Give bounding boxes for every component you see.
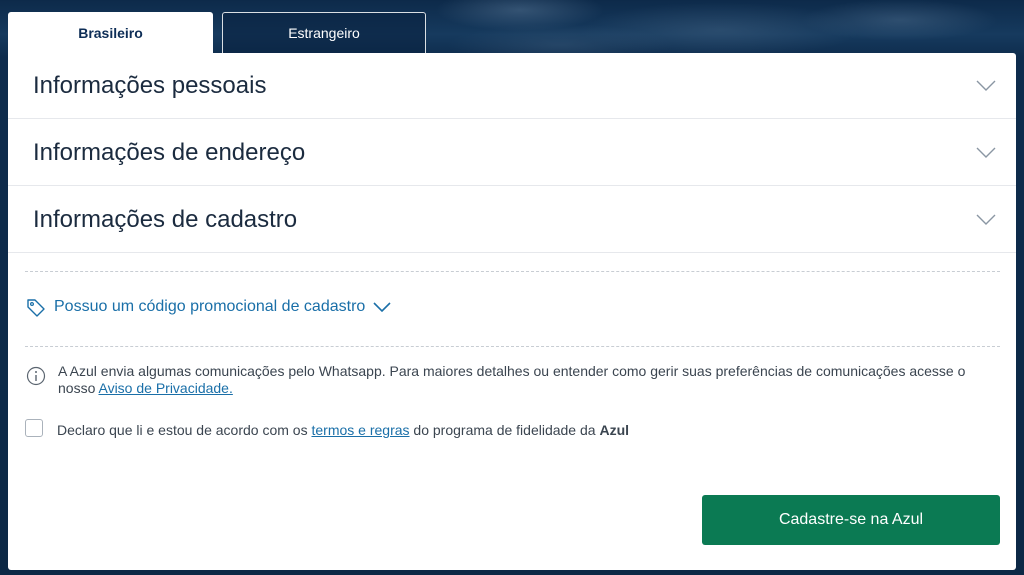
terms-checkbox[interactable] [25, 419, 43, 437]
tag-icon [27, 299, 45, 317]
tab-brasileiro[interactable]: Brasileiro [8, 12, 213, 53]
registration-panel: Informações pessoais Informações de ende… [8, 53, 1016, 570]
info-icon [26, 366, 46, 386]
accordion-registration-info[interactable]: Informações de cadastro [8, 187, 1016, 253]
accordion-address-info[interactable]: Informações de endereço [8, 120, 1016, 186]
register-button[interactable]: Cadastre-se na Azul [702, 495, 1000, 545]
terms-prefix: Declaro que li e estou de acordo com os [57, 422, 312, 438]
divider [25, 346, 1000, 347]
terms-middle: do programa de fidelidade da [409, 422, 600, 438]
divider [25, 271, 1000, 272]
terms-link[interactable]: termos e regras [311, 422, 409, 438]
chevron-down-icon [373, 302, 391, 313]
privacy-notice-link[interactable]: Aviso de Privacidade. [98, 380, 232, 396]
accordion-personal-info-title: Informações pessoais [33, 71, 267, 99]
tab-estrangeiro[interactable]: Estrangeiro [222, 12, 426, 53]
accordion-personal-info[interactable]: Informações pessoais [8, 53, 1016, 119]
terms-agreement: Declaro que li e estou de acordo com os … [57, 422, 629, 438]
chevron-down-icon [976, 214, 996, 225]
accordion-registration-info-title: Informações de cadastro [33, 205, 298, 233]
chevron-down-icon [976, 147, 996, 158]
whatsapp-notice: A Azul envia algumas comunicações pelo W… [58, 363, 1003, 397]
brand-name: Azul [599, 422, 630, 438]
promo-code-label: Possuo um código promocional de cadastro [54, 298, 366, 315]
tab-estrangeiro-label: Estrangeiro [288, 25, 360, 41]
promo-code-toggle[interactable]: Possuo um código promocional de cadastro [26, 297, 391, 317]
chevron-down-icon [976, 80, 996, 91]
tab-brasileiro-label: Brasileiro [78, 24, 143, 41]
accordion-address-info-title: Informações de endereço [33, 138, 306, 166]
